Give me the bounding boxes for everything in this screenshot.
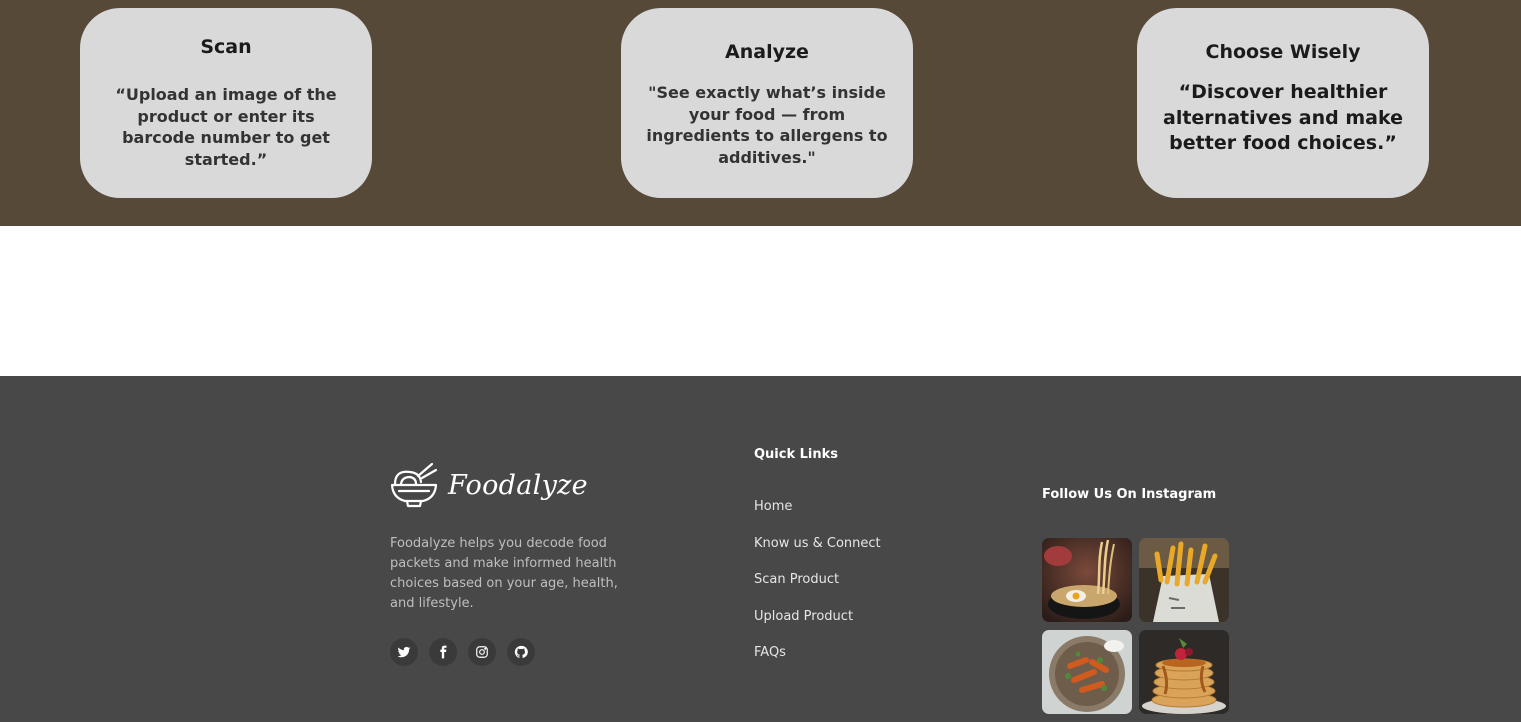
instagram-photo-pancake-stack[interactable] [1139,630,1229,714]
french-fries-image [1139,538,1229,622]
step-title: Analyze [725,41,809,63]
step-card-scan: Scan “Upload an image of the product or … [80,8,372,198]
brand-name: Foodalyze [448,469,588,501]
step-description: “Upload an image of the product or enter… [115,85,337,169]
quick-link-scan-product[interactable]: Scan Product [754,572,881,609]
noodle-bowl-icon [390,462,438,508]
quick-link-home[interactable]: Home [754,499,881,536]
github-link[interactable] [507,638,535,666]
footer-brand[interactable]: Foodalyze [390,462,588,508]
instagram-photo-noodle-egg-bowl[interactable] [1042,538,1132,622]
quick-link-faqs[interactable]: FAQs [754,645,881,682]
sweet-potato-plate-image [1042,630,1132,714]
instagram-photo-sweet-potato-plate[interactable] [1042,630,1132,714]
brand-description: Foodalyze helps you decode food packets … [390,536,618,611]
github-icon [514,645,528,658]
step-title: Choose Wisely [1205,41,1361,63]
facebook-link[interactable] [429,638,457,666]
step-card-analyze: Analyze "See exactly what’s inside your … [621,8,913,198]
quick-link-know-us[interactable]: Know us & Connect [754,536,881,573]
step-description: “Discover healthier alternatives and mak… [1163,81,1404,154]
twitter-icon [397,646,411,658]
instagram-grid [1042,538,1229,714]
step-description: "See exactly what’s inside your food — f… [646,83,888,167]
noodle-egg-bowl-image [1042,538,1132,622]
site-footer: Foodalyze Foodalyze helps you decode foo… [0,376,1521,722]
instagram-icon [476,646,488,658]
twitter-link[interactable] [390,638,418,666]
instagram-photo-french-fries[interactable] [1139,538,1229,622]
step-card-choose-wisely: Choose Wisely “Discover healthier altern… [1137,8,1429,198]
facebook-icon [440,645,447,659]
instagram-title: Follow Us On Instagram [1042,487,1217,502]
step-title: Scan [200,36,252,58]
quick-link-upload-product[interactable]: Upload Product [754,609,881,646]
how-it-works-section: Scan “Upload an image of the product or … [0,0,1521,226]
instagram-link[interactable] [468,638,496,666]
pancake-stack-image [1139,630,1229,714]
social-links [390,638,535,666]
quick-links-list: Home Know us & Connect Scan Product Uplo… [754,499,881,682]
quick-links-title: Quick Links [754,447,839,462]
